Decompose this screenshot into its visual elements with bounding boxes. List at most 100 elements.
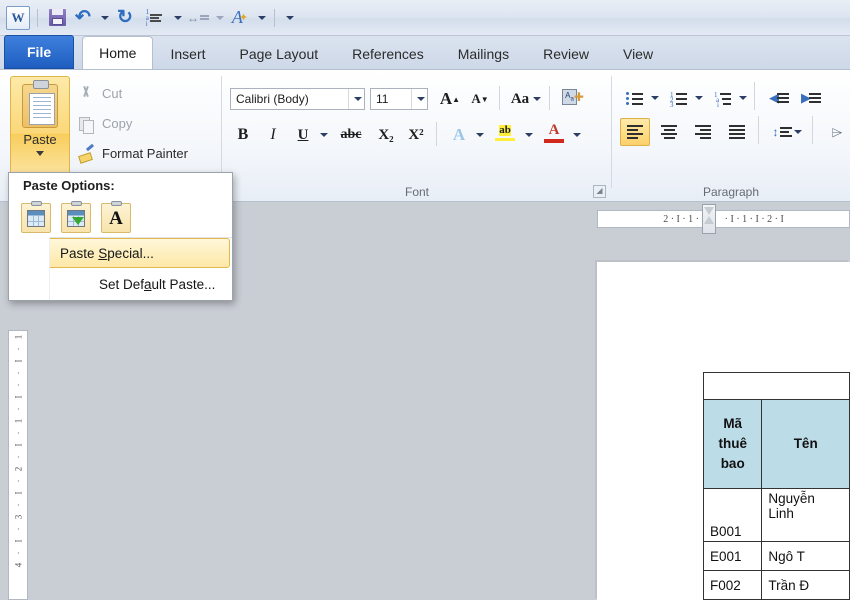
multilevel-list-dropdown-icon[interactable] — [734, 84, 750, 112]
table-cell-name[interactable]: Ngô T — [761, 541, 850, 571]
keep-source-formatting-icon[interactable] — [21, 201, 51, 233]
line-spacing-dropdown-icon[interactable] — [213, 6, 225, 30]
vruler-tick: I — [13, 395, 23, 399]
paste-dropdown-arrow-icon[interactable] — [36, 151, 44, 156]
vruler-tick: · — [13, 347, 23, 351]
numbering-dropdown-icon[interactable] — [171, 6, 183, 30]
tab-review[interactable]: Review — [526, 38, 606, 69]
redo-icon[interactable]: ↻ — [113, 6, 137, 30]
undo-icon[interactable]: ↶ — [71, 6, 95, 30]
font-color-button[interactable]: A — [540, 120, 568, 146]
superscript-button[interactable]: X² — [402, 122, 430, 148]
copy-button[interactable]: Copy — [78, 110, 132, 136]
paste-special-label: Paste Special... — [60, 245, 154, 261]
numbering-icon[interactable]: 1ai — [139, 6, 169, 30]
decrease-indent-button[interactable]: ◀ — [764, 84, 794, 112]
paragraph-group-label: Paragraph — [702, 185, 760, 199]
format-painter-button[interactable]: Format Painter — [78, 140, 188, 166]
vertical-ruler[interactable]: 1 · I · · I · 1 · I · 2 · I · 3 · I · 4 — [8, 330, 28, 600]
set-default-paste-label: Set Default Paste... — [99, 276, 216, 292]
cut-label: Cut — [102, 85, 123, 101]
highlight-dropdown-icon[interactable] — [520, 122, 536, 148]
font-color-label: A — [548, 122, 560, 138]
font-size-combo[interactable]: 11 — [370, 88, 428, 110]
change-case-button[interactable]: Aa — [508, 86, 544, 112]
tab-file-label: File — [27, 44, 52, 60]
table-cell-code[interactable]: F002 — [702, 570, 763, 600]
increase-indent-button[interactable]: ▶ — [796, 84, 826, 112]
ribbon-group-paragraph: 123 1ai ◀ ▶ ↕ ⌲ Paragraph — [612, 70, 850, 201]
clear-formatting-button[interactable]: Aa ✚ — [558, 84, 588, 110]
format-icon[interactable]: A ✦ — [227, 6, 253, 30]
tab-mailings[interactable]: Mailings — [441, 38, 526, 69]
tab-insert[interactable]: Insert — [153, 38, 222, 69]
paste-button-label: Paste — [23, 132, 57, 147]
undo-dropdown-icon[interactable] — [97, 6, 111, 30]
table-header-code[interactable]: Mã thuê bao — [702, 399, 763, 489]
tab-home[interactable]: Home — [82, 36, 154, 69]
indent-marker[interactable] — [702, 204, 716, 234]
vruler-tick: · — [13, 407, 23, 411]
shading-button[interactable]: ⌲ — [822, 118, 850, 146]
tab-file[interactable]: File — [4, 35, 75, 69]
text-effects-dropdown-icon[interactable] — [471, 122, 487, 148]
justify-button[interactable] — [722, 118, 752, 146]
underline-dropdown-icon[interactable] — [315, 122, 331, 148]
scissors-icon — [78, 85, 95, 102]
cut-button[interactable]: Cut — [78, 80, 122, 106]
merge-formatting-icon[interactable] — [61, 201, 91, 233]
paste-button[interactable]: Paste — [10, 76, 70, 186]
tab-page-layout-label: Page Layout — [239, 46, 319, 62]
table-row: E001 Ngô T — [702, 541, 850, 571]
table-header-name[interactable]: Tên — [761, 399, 850, 489]
font-size-dropdown-icon[interactable] — [411, 89, 427, 109]
save-icon[interactable] — [45, 6, 69, 30]
table-cell-spacer[interactable] — [703, 372, 850, 400]
text-effects-button[interactable]: A — [446, 122, 472, 148]
font-name-dropdown-icon[interactable] — [348, 89, 364, 109]
bullets-dropdown-icon[interactable] — [646, 84, 662, 112]
word-logo-icon[interactable]: W — [6, 5, 30, 30]
highlight-label: ab — [499, 124, 511, 136]
font-dialog-launcher[interactable]: ◢ — [593, 185, 606, 198]
table-row: B001 Nguyễn Linh — [702, 488, 850, 542]
format-dropdown-icon[interactable] — [255, 6, 267, 30]
table-cell-code[interactable]: B001 — [702, 488, 763, 542]
line-spacing-icon[interactable]: ↔ — [185, 6, 211, 30]
keep-text-only-icon[interactable]: A — [101, 201, 131, 233]
tab-references[interactable]: References — [335, 38, 441, 69]
vruler-tick: · — [13, 479, 23, 483]
bold-button[interactable]: B — [230, 122, 256, 148]
horizontal-ruler[interactable]: 2 · I · 1 · I · · I · 1 · I · 2 · I — [597, 210, 850, 228]
table-cell-name[interactable]: Trần Đ — [761, 570, 850, 600]
underline-button[interactable]: U — [290, 122, 316, 148]
document-page[interactable]: Mã thuê bao Tên B001 Nguyễn Linh E001 Ng… — [597, 262, 850, 600]
shrink-font-button[interactable]: A ▼ — [466, 86, 494, 112]
align-left-button[interactable] — [620, 118, 650, 146]
italic-button[interactable]: I — [260, 122, 286, 148]
font-group-label: Font — [404, 185, 429, 199]
highlight-button[interactable]: ab — [490, 120, 520, 146]
document-table[interactable]: Mã thuê bao Tên B001 Nguyễn Linh E001 Ng… — [702, 372, 850, 600]
change-case-label: Aa — [510, 90, 530, 107]
tab-view[interactable]: View — [606, 38, 670, 69]
vruler-tick: · — [13, 431, 23, 435]
font-name-combo[interactable]: Calibri (Body) — [230, 88, 365, 110]
strikethrough-button[interactable]: abc — [334, 122, 368, 148]
grow-font-button[interactable]: A ▲ — [436, 86, 464, 112]
subscript-button[interactable]: X₂ — [372, 122, 400, 148]
line-spacing-button[interactable]: ↕ — [768, 118, 806, 146]
word-logo-text: W — [11, 9, 25, 25]
vruler-tick: I — [13, 443, 23, 447]
vruler-tick: · — [13, 551, 23, 555]
font-color-dropdown-icon[interactable] — [568, 122, 584, 148]
vruler-tick: 3 — [13, 514, 23, 520]
table-cell-name[interactable]: Nguyễn Linh — [761, 488, 850, 542]
customize-quick-access-icon[interactable] — [282, 6, 296, 30]
table-cell-code[interactable]: E001 — [702, 541, 763, 571]
numbering-dropdown-icon[interactable] — [690, 84, 706, 112]
copy-label: Copy — [102, 115, 133, 131]
tab-page-layout[interactable]: Page Layout — [223, 38, 336, 69]
align-right-button[interactable] — [688, 118, 718, 146]
center-button[interactable] — [654, 118, 684, 146]
